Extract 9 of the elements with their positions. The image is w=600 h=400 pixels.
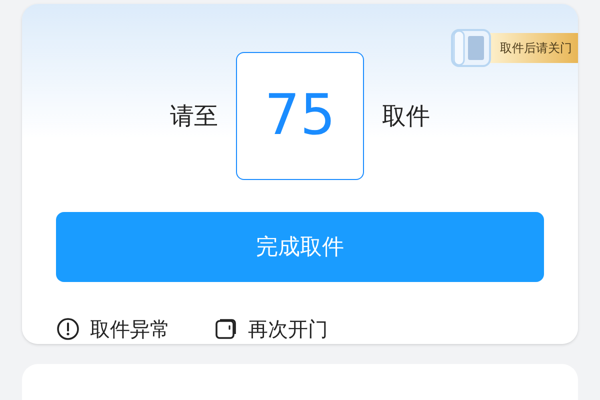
action-link[interactable]: 再次开门 — [214, 314, 328, 344]
pickup-prefix: 请至 — [170, 101, 218, 132]
door-icon — [214, 317, 238, 341]
action-link[interactable]: 取件异常 — [56, 314, 170, 344]
exclamation-circle-icon — [56, 317, 80, 341]
pickup-suffix: 取件 — [382, 101, 430, 132]
close-door-badge: 取件后请关门 — [488, 33, 578, 63]
compartment-number: 75 — [236, 52, 364, 180]
locker-door-icon — [450, 28, 494, 68]
